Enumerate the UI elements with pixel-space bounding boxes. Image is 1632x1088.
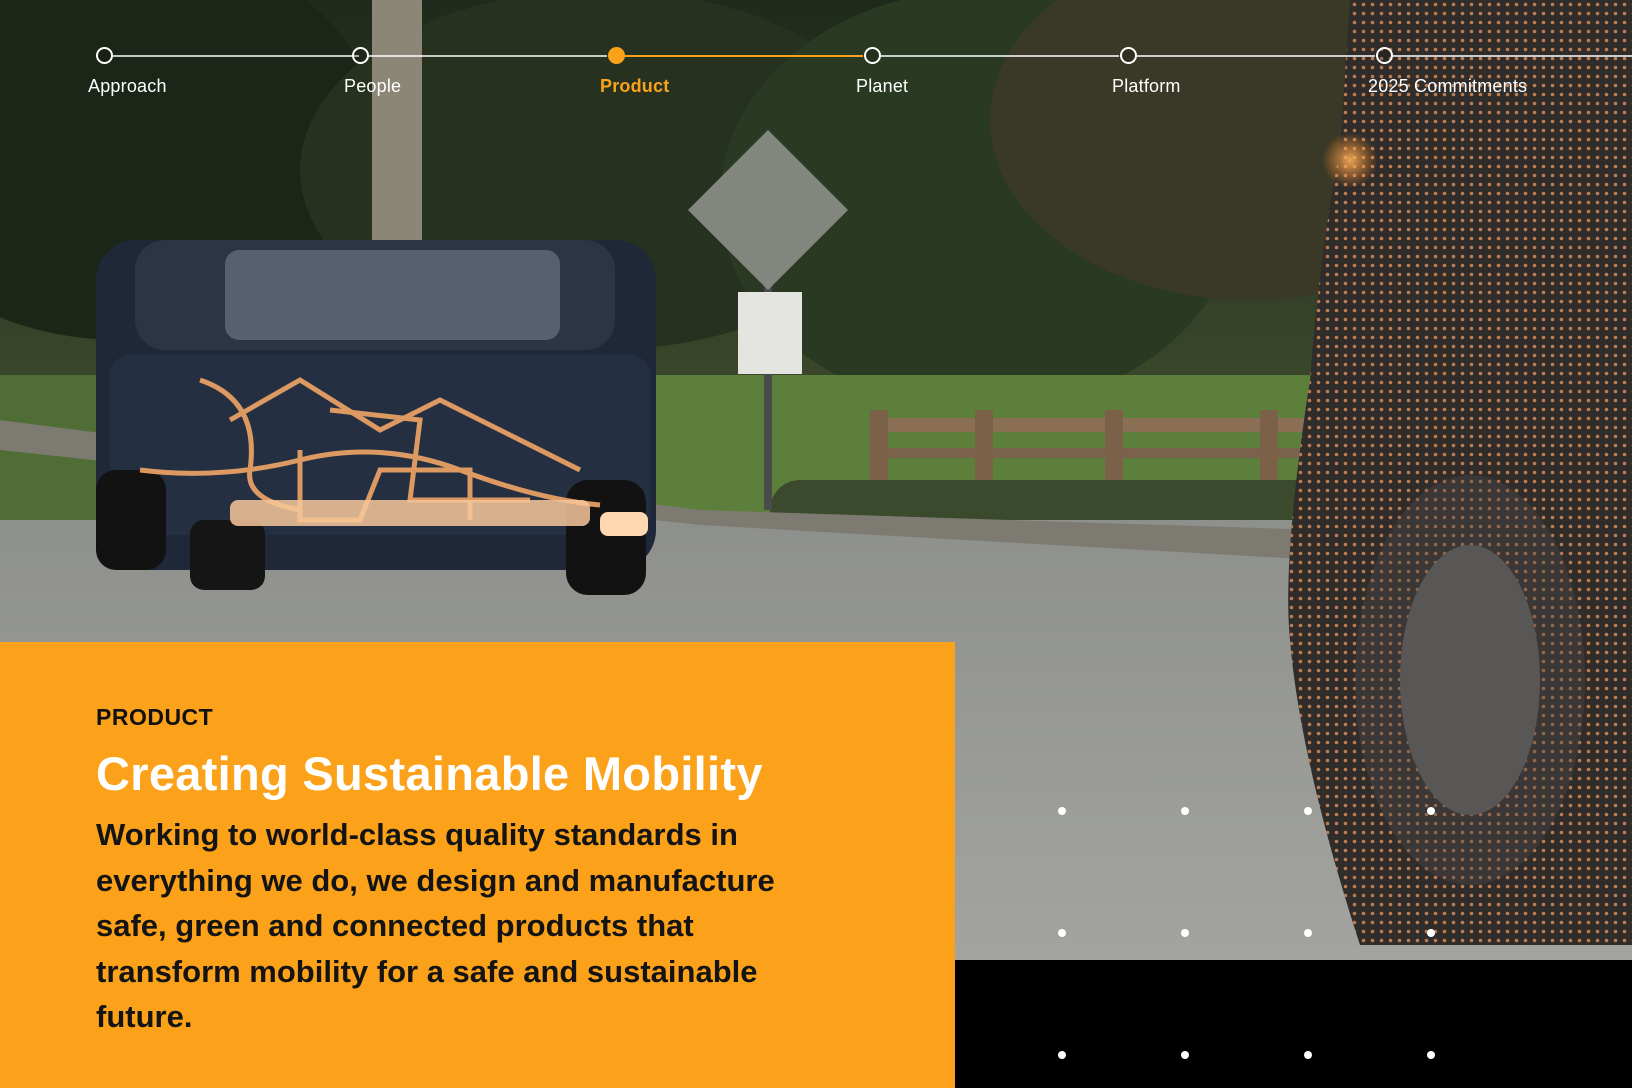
- page: Approach People Product Planet Platform …: [0, 0, 1632, 1088]
- black-band: [955, 960, 1632, 1088]
- progress-track-2: [367, 55, 607, 57]
- grid-dot: [1304, 1051, 1312, 1059]
- step-label[interactable]: Product: [600, 76, 669, 97]
- grid-dot: [1058, 807, 1066, 815]
- step-marker-icon[interactable]: [96, 47, 113, 64]
- step-marker-icon[interactable]: [864, 47, 881, 64]
- progress-track-1: [111, 55, 359, 57]
- step-marker-icon[interactable]: [1120, 47, 1137, 64]
- section-body: Working to world-class quality standards…: [96, 817, 775, 1034]
- grid-dot: [1304, 929, 1312, 937]
- step-label[interactable]: People: [344, 76, 401, 97]
- grid-dot: [1058, 929, 1066, 937]
- step-label[interactable]: Platform: [1112, 76, 1181, 97]
- grid-dot: [1304, 807, 1312, 815]
- grid-dot: [1058, 1051, 1066, 1059]
- section-eyebrow: PRODUCT: [96, 704, 214, 730]
- grid-dot: [1181, 807, 1189, 815]
- progress-track-3-active: [623, 55, 863, 57]
- progress-track-4: [879, 55, 1119, 57]
- product-intro-card: PRODUCT Creating Sustainable Mobility Wo…: [0, 642, 955, 1088]
- grid-dot: [1427, 1051, 1435, 1059]
- progress-track-6: [1391, 55, 1632, 57]
- step-marker-icon[interactable]: [352, 47, 369, 64]
- step-label[interactable]: Planet: [856, 76, 908, 97]
- grid-dot: [1181, 1051, 1189, 1059]
- grid-dot: [1181, 929, 1189, 937]
- grid-dot: [1427, 929, 1435, 937]
- step-label[interactable]: 2025 Commitments: [1368, 76, 1527, 97]
- section-headline: Creating Sustainable Mobility: [96, 747, 763, 800]
- step-marker-active-icon[interactable]: [608, 47, 625, 64]
- step-marker-icon[interactable]: [1376, 47, 1393, 64]
- section-progress-nav: Approach People Product Planet Platform …: [0, 0, 1632, 110]
- step-label[interactable]: Approach: [88, 76, 167, 97]
- grid-dot: [1427, 807, 1435, 815]
- progress-track-5: [1135, 55, 1375, 57]
